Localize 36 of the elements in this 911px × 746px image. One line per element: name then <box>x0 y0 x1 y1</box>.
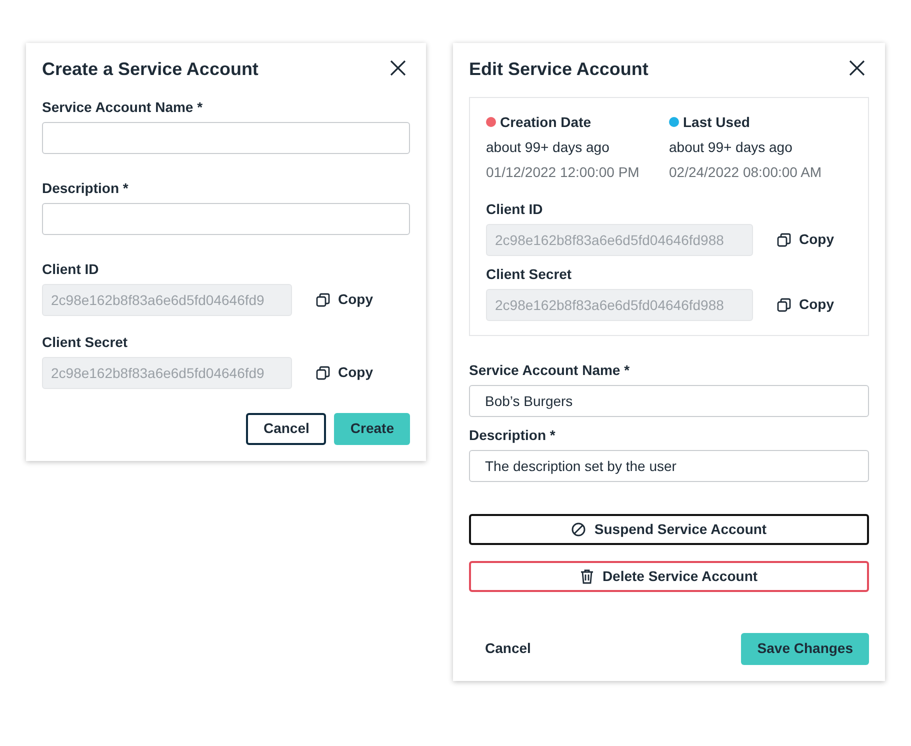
dialog-title: Edit Service Account <box>469 59 648 81</box>
stat-label: Last Used <box>683 112 750 132</box>
stat-label: Creation Date <box>500 112 592 132</box>
copy-button[interactable]: Copy <box>777 294 834 316</box>
delete-button[interactable]: Delete Service Account <box>469 560 869 592</box>
text-field[interactable]: Bob’s Burgers <box>469 384 869 417</box>
text-field[interactable] <box>42 122 410 154</box>
primary-button[interactable]: Create <box>334 412 410 445</box>
copy-button[interactable]: Copy <box>316 362 373 384</box>
field-label: Client Secret <box>42 332 128 352</box>
field-label: Client Secret <box>486 264 572 284</box>
block-icon <box>571 522 586 537</box>
date-text: 02/24/2022 08:00:00 AM <box>669 162 823 182</box>
relative-time: about 99+ days ago <box>486 138 610 157</box>
field-label: Service Account Name * <box>469 360 630 380</box>
copy-button[interactable]: Copy <box>777 229 834 250</box>
field-label: Service Account Name * <box>42 98 203 117</box>
copy-icon <box>777 298 791 312</box>
field-label: Description * <box>469 426 556 445</box>
copy-icon <box>777 232 791 247</box>
field-label: Client ID <box>42 260 99 279</box>
suspend-button[interactable]: Suspend Service Account <box>469 514 869 545</box>
cancel-button[interactable]: Cancel <box>246 412 326 445</box>
relative-time: about 99+ days ago <box>669 138 794 157</box>
text-field[interactable] <box>42 202 410 235</box>
field-label: Client ID <box>486 200 543 219</box>
copy-icon <box>316 366 330 380</box>
cancel-link[interactable]: Cancel <box>469 632 547 665</box>
date-text: 01/12/2022 12:00:00 PM <box>486 162 640 182</box>
primary-button[interactable]: Save Changes <box>741 632 869 665</box>
dialog-title: Create a Service Account <box>42 59 258 81</box>
copy-button[interactable]: Copy <box>316 289 373 310</box>
field-label: Description * <box>42 178 128 198</box>
text-field[interactable]: The description set by the user <box>469 450 869 482</box>
copy-icon <box>316 292 330 307</box>
trash-icon <box>580 568 594 584</box>
